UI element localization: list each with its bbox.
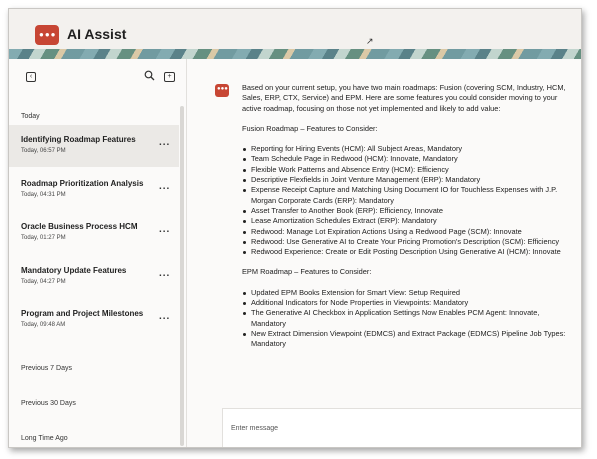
list-item: Reporting for Hiring Events (HCM): All S… [242,144,572,154]
fusion-heading: Fusion Roadmap – Features to Consider: [242,123,378,133]
sidebar-scrollbar[interactable] [180,106,184,446]
section-label-long-time-ago: Long Time Ago [21,435,68,442]
list-item: Asset Transfer to Another Book (ERP): Ef… [242,206,572,216]
conversation-title: Roadmap Prioritization Analysis [21,179,144,188]
list-item: Updated EPM Books Extension for Smart Vi… [242,288,572,298]
conversation-time: Today, 06:57 PM [21,148,66,154]
chat-bubble-icon: ●●● [35,25,59,45]
conversation-item[interactable]: Program and Project Milestones Today, 09… [9,299,179,341]
conversation-item[interactable]: Identifying Roadmap Features Today, 06:5… [9,125,179,167]
fusion-feature-list: Reporting for Hiring Events (HCM): All S… [242,144,572,257]
message-composer [222,408,581,447]
assistant-message: Based on your current setup, you have tw… [242,83,572,360]
assistant-avatar-icon: ●●● [215,84,229,97]
search-icon[interactable] [142,70,156,84]
section-label-previous-30-days: Previous 30 Days [21,400,76,407]
conversation-time: Today, 09:48 AM [21,322,66,328]
mouse-cursor-icon: ↗ [366,36,374,46]
list-item: Redwood Experience: Create or Edit Posti… [242,247,572,257]
chat-main: ●●● Based on your current setup, you hav… [188,59,581,447]
header-decorative-band [9,49,581,59]
conversation-sidebar: ‹ + Today Identifying Roadmap Features T… [9,59,187,447]
epm-feature-list: Updated EPM Books Extension for Smart Vi… [242,288,572,350]
more-options-icon[interactable]: ... [159,268,170,279]
more-options-icon[interactable]: ... [159,181,170,192]
conversation-item[interactable]: Oracle Business Process HCM Today, 01:27… [9,212,179,254]
more-options-icon[interactable]: ... [159,137,170,148]
conversation-time: Today, 04:31 PM [21,192,66,198]
conversation-title: Mandatory Update Features [21,266,127,275]
list-item: Additional Indicators for Node Propertie… [242,298,572,308]
message-intro: Based on your current setup, you have tw… [242,83,566,113]
section-label-today: Today [21,113,40,120]
sidebar-toolbar: ‹ + [9,59,186,99]
list-item: Flexible Work Patterns and Absence Entry… [242,165,572,175]
new-chat-icon[interactable]: + [164,72,175,82]
conversation-time: Today, 01:27 PM [21,235,66,241]
message-input[interactable] [231,421,561,435]
conversation-item[interactable]: Mandatory Update Features Today, 04:27 P… [9,256,179,298]
app-window: ●●● AI Assist ↗ ‹ + Today Identifying Ro… [8,8,582,448]
list-item: Expense Receipt Capture and Matching Usi… [242,185,572,206]
sidebar-collapse-icon[interactable]: ‹ [26,72,36,82]
app-header: ●●● AI Assist ↗ [9,9,581,59]
epm-heading: EPM Roadmap – Features to Consider: [242,267,372,277]
list-item: Lease Amortization Schedules Extract (ER… [242,216,572,226]
section-label-previous-7-days: Previous 7 Days [21,365,72,372]
more-options-icon[interactable]: ... [159,224,170,235]
conversation-title: Identifying Roadmap Features [21,135,136,144]
more-options-icon[interactable]: ... [159,311,170,322]
conversation-item[interactable]: Roadmap Prioritization Analysis Today, 0… [9,169,179,211]
conversation-title: Program and Project Milestones [21,309,144,318]
list-item: Redwood: Manage Lot Expiration Actions U… [242,227,572,237]
conversation-time: Today, 04:27 PM [21,279,66,285]
list-item: Descriptive Flexfields in Joint Venture … [242,175,572,185]
list-item: The Generative AI Checkbox in Applicatio… [242,308,572,329]
conversation-title: Oracle Business Process HCM [21,222,138,231]
list-item: Team Schedule Page in Redwood (HCM): Inn… [242,154,572,164]
list-item: Redwood: Use Generative AI to Create You… [242,237,572,247]
list-item: New Extract Dimension Viewpoint (EDMCS) … [242,329,572,350]
app-title: AI Assist [67,26,127,42]
